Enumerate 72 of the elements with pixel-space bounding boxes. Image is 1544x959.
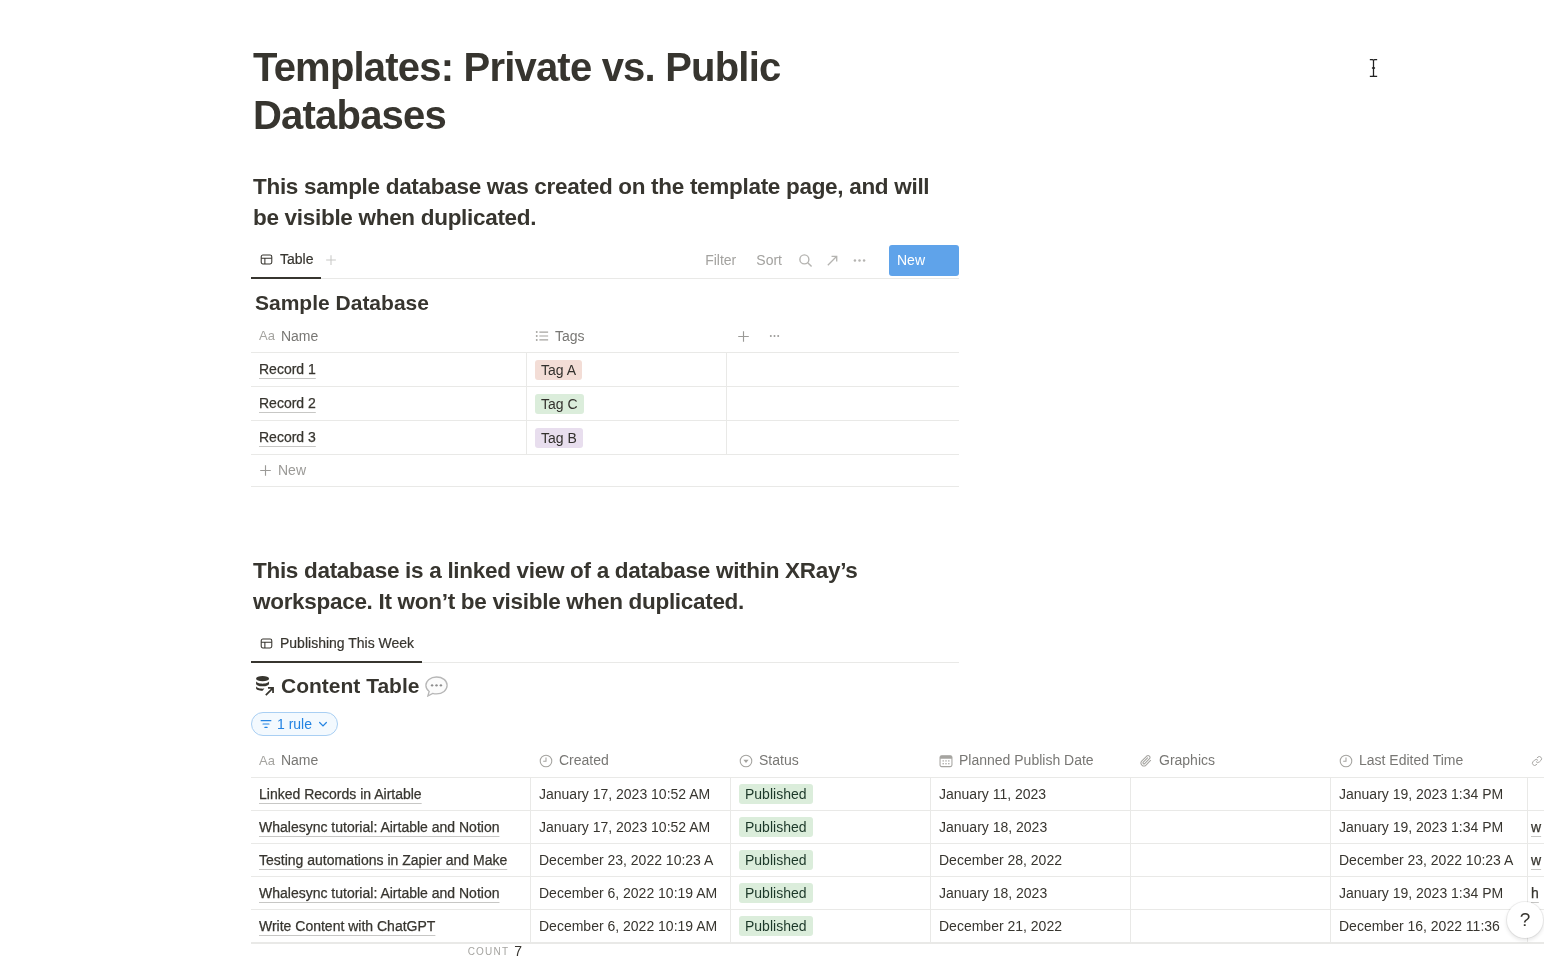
status-pill: Published: [739, 784, 813, 804]
table-cell: January 11, 2023: [931, 778, 1131, 810]
plus-icon: [259, 464, 272, 477]
table-cell: January 19, 2023 1:34 PM: [1331, 811, 1528, 843]
status-pill: Published: [739, 883, 813, 903]
help-button[interactable]: ?: [1507, 902, 1543, 938]
paperclip-icon: [1139, 753, 1153, 768]
table-icon: [259, 637, 274, 650]
filter-rule-button[interactable]: 1 rule: [251, 712, 339, 736]
table-cell: December 21, 2022: [931, 910, 1131, 942]
link-text[interactable]: h: [1531, 882, 1539, 904]
more-icon: [768, 334, 781, 338]
table-cell: December 23, 2022 10:23 A: [531, 844, 731, 876]
page-link[interactable]: Linked Records in Airtable: [259, 783, 422, 805]
view-tab[interactable]: Table: [251, 242, 322, 279]
table-cell: December 28, 2022: [931, 844, 1131, 876]
section-heading: This database is a linked view of a database within XRay’s workspace. It won’t be visible when duplicated.: [253, 557, 859, 616]
column-label: Tags: [555, 326, 585, 346]
view-tab[interactable]: Publishing This Week: [251, 626, 423, 663]
more-icon: [852, 257, 867, 263]
column-label: Graphics: [1159, 751, 1216, 770]
column-label: Name: [280, 751, 319, 770]
link-text[interactable]: w: [1531, 849, 1542, 871]
page-link[interactable]: Record 2: [259, 393, 316, 414]
database-title: Sample Database: [255, 290, 429, 316]
page-link[interactable]: Write Content with ChatGPT: [259, 915, 436, 937]
calendar-icon: [939, 753, 953, 768]
count-label: COUNT: [467, 944, 510, 958]
page-link[interactable]: Record 1: [259, 359, 316, 380]
text-type-icon: Aa: [259, 750, 275, 771]
clock-icon: [539, 753, 553, 768]
link-text[interactable]: w: [1531, 816, 1542, 838]
table-cell: January 18, 2023: [931, 811, 1131, 843]
column-label: Status: [759, 751, 799, 770]
add-column-icon: [737, 329, 750, 343]
section-heading: This sample database was created on the template page, and will be visible when duplicated.: [253, 173, 931, 232]
column-label: Created: [559, 751, 609, 770]
tag-pill: Tag C: [535, 393, 584, 414]
database-title: Content Table: [281, 673, 420, 699]
linked-database-icon: [255, 676, 275, 696]
filter-icon: [260, 718, 272, 730]
page-link[interactable]: Record 3: [259, 427, 316, 448]
table-cell: December 23, 2022 10:23 A: [1331, 844, 1528, 876]
page-link[interactable]: Whalesync tutorial: Airtable and Notion: [259, 816, 500, 838]
list-icon: [535, 329, 549, 343]
page-title: Templates: Private vs. Public Databases: [253, 44, 782, 139]
table-cell: January 18, 2023: [931, 877, 1131, 909]
table-cell: January 19, 2023 1:34 PM: [1331, 778, 1528, 810]
search-icon: [798, 252, 813, 268]
text-type-icon: Aa: [259, 326, 275, 346]
table-cell: January 17, 2023 10:52 AM: [531, 811, 731, 843]
link-icon: [1531, 754, 1543, 767]
page-link[interactable]: Whalesync tutorial: Airtable and Notion: [259, 882, 500, 904]
table-cell: December 6, 2022 10:19 AM: [531, 910, 731, 942]
tag-pill: Tag B: [535, 427, 583, 448]
status-pill: Published: [739, 850, 813, 870]
status-pill: Published: [739, 916, 813, 936]
table-icon: [259, 253, 274, 266]
page-link[interactable]: Testing automations in Zapier and Make: [259, 849, 508, 871]
column-label: Name: [280, 326, 319, 346]
column-label: Planned Publish Date: [959, 751, 1094, 770]
add-view-icon: [325, 254, 338, 266]
count-value: 7: [514, 944, 522, 958]
table-cell: December 6, 2022 10:19 AM: [531, 877, 731, 909]
table-cell: January 17, 2023 10:52 AM: [531, 778, 731, 810]
text-cursor-icon: [1369, 59, 1378, 77]
column-label: Last Edited Time: [1359, 751, 1464, 770]
tag-pill: Tag A: [535, 359, 583, 380]
speech-bubble-icon: [425, 675, 449, 697]
status-icon: [739, 753, 753, 768]
status-pill: Published: [739, 817, 813, 837]
clock-icon: [1339, 753, 1353, 768]
